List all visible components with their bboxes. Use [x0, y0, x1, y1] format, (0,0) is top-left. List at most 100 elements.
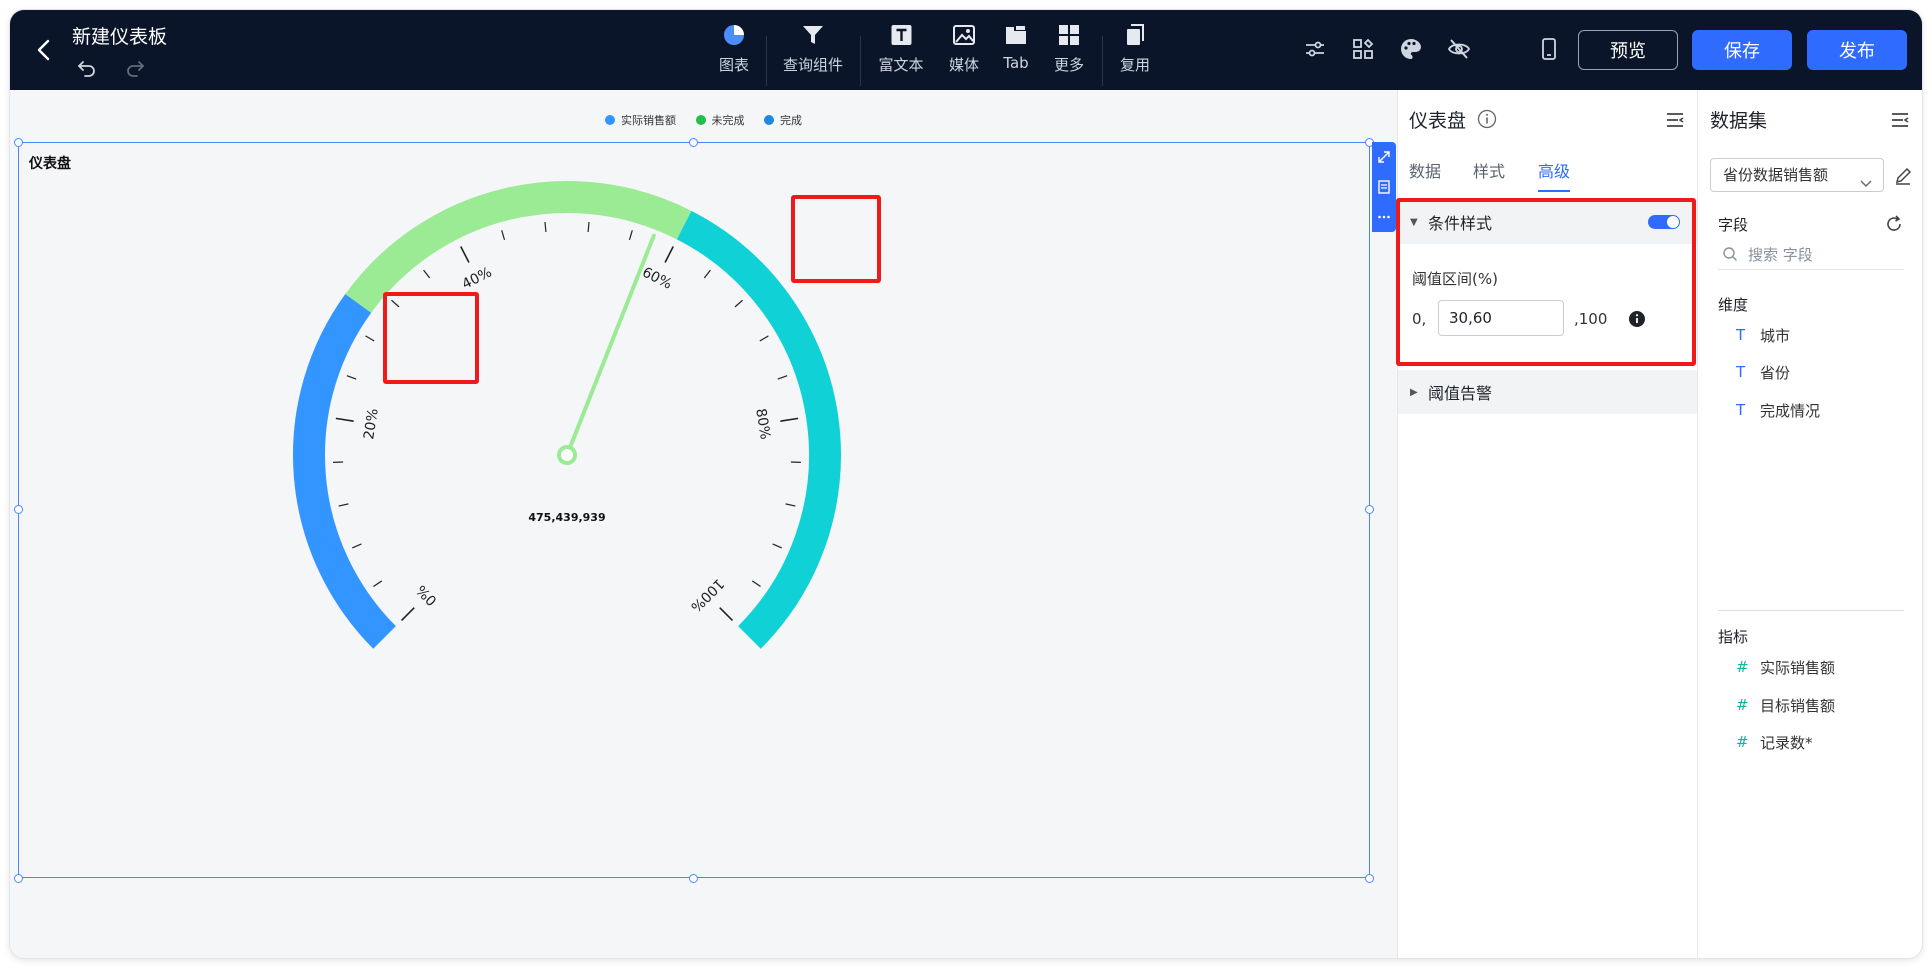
- minor-tick: [703, 269, 711, 279]
- filter-icon: [800, 22, 826, 48]
- gauge-value-label: 475,439,939: [528, 511, 605, 524]
- save-button[interactable]: 保存: [1692, 30, 1792, 70]
- collapse-menu-icon[interactable]: [1890, 110, 1910, 130]
- caret-right-icon: ▶: [1410, 386, 1418, 398]
- preview-button[interactable]: 预览: [1578, 30, 1678, 70]
- pie-chart-icon: [721, 22, 747, 48]
- redo-icon[interactable]: [124, 56, 146, 78]
- hide-eye-icon[interactable]: [1444, 34, 1474, 64]
- resize-handle[interactable]: [1365, 505, 1374, 514]
- gauge-pointer: [568, 233, 656, 448]
- text-type-icon: T: [1736, 401, 1746, 419]
- dataset-select[interactable]: 省份数据销售额: [1710, 158, 1884, 192]
- edit-pencil-icon[interactable]: [1893, 166, 1913, 186]
- legend-marker: [695, 115, 706, 125]
- dataset-select-value: 省份数据销售额: [1723, 166, 1829, 184]
- highlight-box-60: [791, 195, 881, 283]
- tick-label: 80%: [752, 407, 773, 440]
- minor-tick: [777, 375, 788, 380]
- tool-query-component[interactable]: 查询组件: [783, 22, 843, 82]
- measure-field[interactable]: # 记录数*: [1736, 729, 1813, 755]
- number-type-icon: #: [1736, 696, 1749, 714]
- measures-label: 指标: [1718, 628, 1749, 646]
- text-type-icon: T: [1736, 363, 1746, 381]
- info-icon[interactable]: [1477, 109, 1497, 129]
- field-name: 省份: [1760, 363, 1791, 382]
- tab-advanced[interactable]: 高级: [1538, 158, 1570, 182]
- tool-tab[interactable]: Tab: [1003, 22, 1029, 82]
- refresh-icon[interactable]: [1884, 214, 1904, 234]
- sliders-icon[interactable]: [1300, 34, 1330, 64]
- expand-icon[interactable]: [1372, 142, 1396, 172]
- field-name: 完成情况: [1760, 401, 1821, 420]
- resize-handle[interactable]: [689, 874, 698, 883]
- chart-legend: 实际销售额 未完成 完成: [10, 112, 1397, 128]
- tool-more[interactable]: 更多: [1054, 22, 1084, 82]
- panel-title: 仪表盘: [1409, 110, 1467, 132]
- layout-icon[interactable]: [1348, 34, 1378, 64]
- number-type-icon: #: [1736, 658, 1749, 676]
- dimension-field[interactable]: T 城市: [1736, 322, 1790, 348]
- mobile-view-icon[interactable]: [1534, 34, 1564, 64]
- measure-field[interactable]: # 实际销售额: [1736, 654, 1835, 680]
- tool-more-label: 更多: [1053, 56, 1085, 74]
- resize-handle[interactable]: [14, 505, 23, 514]
- tab-data[interactable]: 数据: [1409, 158, 1441, 182]
- undo-icon[interactable]: [76, 56, 98, 78]
- measure-field[interactable]: # 目标销售额: [1736, 692, 1835, 718]
- number-type-icon: #: [1736, 733, 1749, 751]
- minor-tick: [734, 299, 743, 308]
- tool-media[interactable]: 媒体: [949, 22, 979, 82]
- more-dots-icon[interactable]: [1372, 202, 1396, 232]
- minor-tick: [423, 269, 431, 279]
- gauge-widget[interactable]: 0% 20% 40% 60% 80% 100% 475,439,939 仪表盘: [18, 142, 1370, 878]
- dimensions-label: 维度: [1718, 296, 1749, 314]
- tool-chart[interactable]: 图表: [719, 22, 749, 82]
- resize-handle[interactable]: [689, 138, 698, 147]
- theme-palette-icon[interactable]: [1396, 34, 1426, 64]
- tool-rich-text-label: 富文本: [878, 56, 924, 74]
- publish-button[interactable]: 发布: [1807, 30, 1907, 70]
- legend-item[interactable]: 完成: [764, 112, 802, 128]
- legend-label: 完成: [780, 114, 802, 127]
- major-tick: [664, 246, 674, 263]
- resize-handle[interactable]: [14, 874, 23, 883]
- minor-tick: [785, 503, 796, 507]
- dataset-panel-title: 数据集: [1710, 110, 1768, 132]
- legend-item[interactable]: 实际销售额: [605, 112, 676, 128]
- dimension-field[interactable]: T 省份: [1736, 359, 1790, 385]
- gauge-band-2: [676, 210, 841, 649]
- minor-tick: [628, 230, 633, 241]
- text-icon: [888, 22, 914, 48]
- field-search-input[interactable]: [1748, 244, 1898, 266]
- fields-label: 字段: [1718, 216, 1749, 234]
- tool-tab-label: Tab: [1003, 54, 1029, 72]
- minor-tick: [346, 375, 357, 380]
- tick-label: 40%: [460, 264, 495, 292]
- field-name: 实际销售额: [1760, 658, 1836, 677]
- tab-style[interactable]: 样式: [1473, 158, 1505, 182]
- collapse-menu-icon[interactable]: [1665, 110, 1685, 130]
- resize-handle[interactable]: [14, 138, 23, 147]
- tool-reuse[interactable]: 复用: [1120, 22, 1150, 82]
- legend-label: 未完成: [711, 114, 745, 127]
- toolbar-divider: [860, 36, 861, 86]
- major-tick: [400, 607, 415, 622]
- major-tick: [460, 246, 470, 263]
- minor-tick: [772, 543, 782, 549]
- resize-handle[interactable]: [1365, 874, 1374, 883]
- tool-reuse-label: 复用: [1119, 56, 1151, 74]
- major-tick: [719, 607, 734, 622]
- dashboard-title[interactable]: 新建仪表板: [72, 22, 167, 49]
- threshold-alert-label: 阈值告警: [1428, 384, 1493, 403]
- legend-item[interactable]: 未完成: [695, 112, 745, 128]
- back-arrow-icon[interactable]: [30, 36, 58, 64]
- chevron-down-icon: [1859, 169, 1873, 187]
- details-icon[interactable]: [1372, 172, 1396, 202]
- minor-tick: [365, 335, 375, 342]
- app-window: 新建仪表板 图表 查询组件 富文本 媒体 Tab 更多 复用 预览 保存 发布 …: [10, 10, 1922, 958]
- dimension-field[interactable]: T 完成情况: [1736, 397, 1820, 423]
- threshold-alert-section[interactable]: ▶ 阈值告警: [1398, 370, 1698, 414]
- tool-rich-text[interactable]: 富文本: [878, 22, 924, 82]
- tick-label: 0%: [413, 581, 440, 608]
